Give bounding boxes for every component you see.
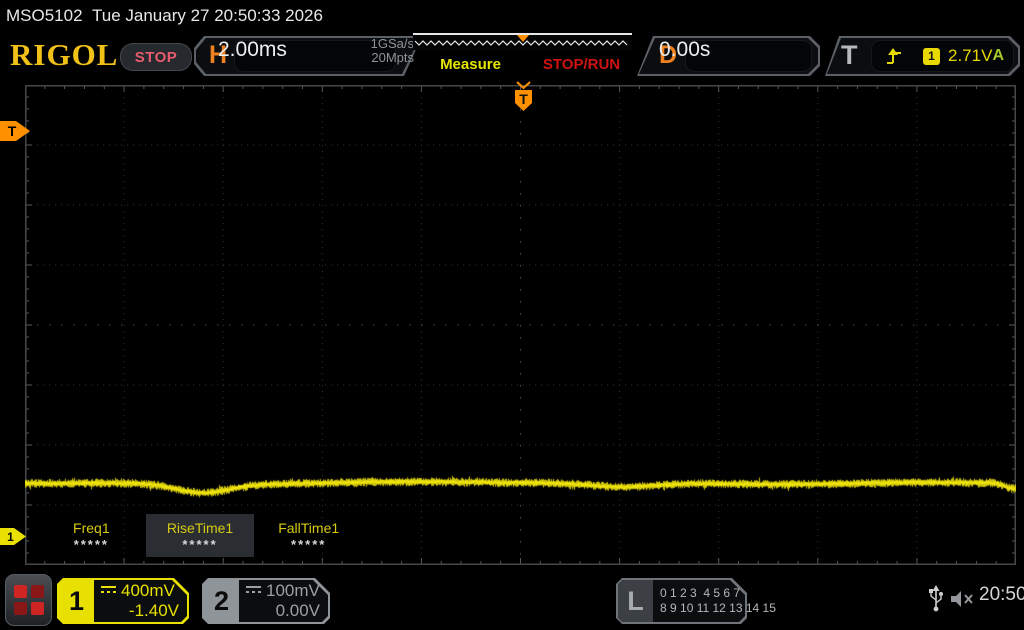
oscilloscope-screen: MSO5102 Tue January 27 20:50:33 2026 RIG… <box>0 0 1024 630</box>
rigol-logo: RIGOL <box>10 37 119 72</box>
channel1-number-tab: 1 <box>59 580 94 622</box>
channel2-offset: 0.00V <box>275 601 320 620</box>
trigger-position-letter: T <box>519 91 528 107</box>
trigger-label: T <box>841 40 858 70</box>
run-state-label: STOP <box>134 48 178 66</box>
dc-coupling-icon <box>246 586 261 598</box>
header-bar: RIGOL STOP H 2.00ms 1GSa/s 20Mpts Measur… <box>0 30 1024 80</box>
trigger-settings-block[interactable]: T 1 2.71V A <box>825 36 1020 76</box>
channel1-offset: -1.40V <box>128 601 179 620</box>
measurement-panel: Freq1 ***** RiseTime1 ***** FallTime1 **… <box>35 512 365 559</box>
usb-icon <box>929 585 943 612</box>
channel1-scale-value: 400mV <box>121 581 175 600</box>
bottom-bar: 1 400mV -1.40V 2 100mV 0.00V L 0 1 2 3 4… <box>0 570 1024 630</box>
measurement-item-risetime1[interactable]: RiseTime1 ***** <box>145 514 255 557</box>
logic-row2: 8 9 10 11 12 13 14 15 <box>660 601 776 615</box>
logic-channel-numbers: 0 1 2 3 4 5 6 7 8 9 10 11 12 13 14 15 <box>660 581 776 621</box>
delay-settings-block[interactable]: D 0.00s <box>637 36 820 76</box>
measurement-label: RiseTime1 <box>166 519 234 536</box>
logic-label-tab: L <box>618 580 653 622</box>
measurement-item-falltime1[interactable]: FallTime1 ***** <box>254 514 363 557</box>
measure-button-label: Measure <box>440 55 501 73</box>
channel1-marker-number: 1 <box>7 529 14 544</box>
channel2-scale: 100mV <box>246 581 320 601</box>
status-bar: MSO5102 Tue January 27 20:50:33 2026 <box>0 0 1024 30</box>
trigger-position-marker[interactable]: T <box>513 81 534 117</box>
channel1-ground-marker[interactable]: 1 <box>0 528 26 545</box>
trigger-items: 1 2.71V A <box>871 40 1014 72</box>
measurement-label: FallTime1 <box>278 519 340 536</box>
waveform-position-bar[interactable] <box>413 33 632 50</box>
memory-depth: 20Mpts <box>371 50 414 65</box>
measurement-value: ***** <box>73 536 109 552</box>
clock-display: 20:50 <box>979 584 1024 605</box>
horizontal-settings-block[interactable]: H 2.00ms 1GSa/s 20Mpts <box>194 36 422 76</box>
measurement-value: ***** <box>291 536 327 552</box>
channel2-scale-value: 100mV <box>266 581 320 600</box>
trigger-level-letter: T <box>7 123 17 139</box>
trigger-level-value: 2.71V <box>948 46 993 65</box>
speaker-muted-icon[interactable] <box>950 589 976 609</box>
measure-button[interactable]: Measure <box>424 50 517 78</box>
stop-run-button-label: STOP/RUN <box>542 55 621 73</box>
window-position-marker <box>517 35 529 42</box>
rising-edge-icon <box>887 48 901 64</box>
trigger-sweep-mode: A <box>992 47 1004 64</box>
channel2-number-tab: 2 <box>204 580 239 622</box>
measurement-label: Freq1 <box>73 519 110 536</box>
logic-row1: 0 1 2 3 4 5 6 7 <box>660 586 741 600</box>
measurement-value: ***** <box>182 536 218 552</box>
apps-menu-button[interactable] <box>5 574 52 626</box>
apps-grid-icon <box>13 585 44 615</box>
sample-rate: 1GSa/s <box>370 36 414 51</box>
delay-value: 0.00s <box>659 38 711 61</box>
run-state-indicator[interactable]: STOP <box>120 43 192 71</box>
measurement-item-freq1[interactable]: Freq1 ***** <box>37 514 146 557</box>
channel2-status-block[interactable]: 2 100mV 0.00V <box>202 578 330 624</box>
dc-coupling-icon <box>101 586 116 598</box>
acquisition-rates: 1GSa/s 20Mpts <box>371 37 414 65</box>
channel1-scale: 400mV <box>101 581 175 601</box>
trigger-source-badge: 1 <box>923 47 940 65</box>
model-name: MSO5102 <box>6 6 83 25</box>
stop-run-button[interactable]: STOP/RUN <box>531 50 632 78</box>
channel1-waveform-trace <box>25 85 1016 565</box>
timebase-value: 2.00ms <box>218 38 287 61</box>
logic-channels-block[interactable]: L 0 1 2 3 4 5 6 7 8 9 10 11 12 13 14 15 <box>616 578 776 624</box>
datetime-text: Tue January 27 20:50:33 2026 <box>92 6 323 25</box>
channel1-status-block[interactable]: 1 400mV -1.40V <box>57 578 189 624</box>
